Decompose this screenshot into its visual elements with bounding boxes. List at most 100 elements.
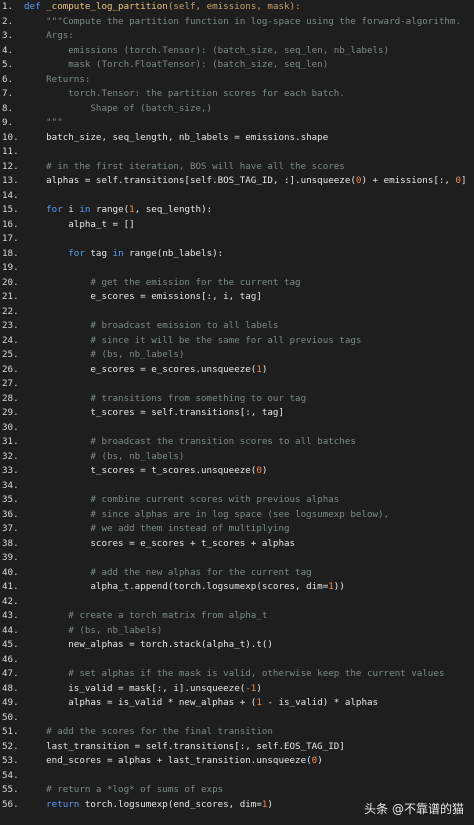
code-token: (self, emissions, mask): (167, 1, 301, 12)
line-number: 5. (2, 59, 14, 70)
code-text: # return a *log* of sums of exps (24, 783, 474, 798)
code-token: in (112, 247, 130, 259)
code-lines: 1. def _compute_log_partition(self, emiss… (0, 0, 474, 812)
code-text: # add the new alphas for the current tag (24, 566, 474, 581)
line-number: 29. (2, 407, 19, 418)
line-number: 3. (2, 30, 14, 41)
line-number: 42. (2, 595, 19, 607)
code-line: 28. # transitions from something to our … (0, 392, 474, 407)
code-token: ) (261, 363, 268, 375)
code-text: alphas = is_valid * new_alphas + (1 - is… (24, 696, 474, 711)
code-token: # since it will be the same for all prev… (24, 334, 362, 346)
code-token: ) (256, 682, 262, 694)
code-line: 21. e_scores = emissions[:, i, tag] (0, 290, 474, 305)
code-line: 25. # (bs, nb_labels) (0, 348, 474, 363)
line-number: 19. (2, 262, 19, 273)
code-token: # create a torch matrix from alpha_t (24, 610, 268, 621)
code-token: # (bs, nb_labels) (24, 349, 185, 360)
code-token: range(nb_labels): (129, 247, 224, 259)
code-text: # create a torch matrix from alpha_t (24, 609, 474, 624)
line-number: 15. (2, 204, 19, 215)
code-token: is_valid = mask[:, i].unsqueeze( (24, 682, 246, 694)
code-text: new_alphas = torch.stack(alpha_t).t() (24, 638, 474, 653)
code-text: # combine current scores with previous a… (24, 493, 474, 508)
code-line: 53. end_scores = alphas + last_transitio… (0, 754, 474, 769)
code-line: 36. # since alphas are in log space (see… (0, 508, 474, 523)
code-line: 29. t_scores = self.transitions[:, tag] (0, 406, 474, 421)
code-text: alpha_t.append(torch.logsumexp(scores, d… (24, 580, 474, 595)
code-line: 47. # set alphas if the mask is valid, o… (0, 667, 474, 682)
code-token: # combine current scores with previous a… (24, 494, 340, 505)
code-token: end_scores = alphas + last_transition.un… (24, 755, 312, 766)
line-number: 17. (2, 233, 19, 244)
line-number: 10. (2, 131, 19, 143)
code-token: alpha_t.append(torch.logsumexp(scores, d… (24, 581, 329, 592)
code-line: 52. last_transition = self.transitions[:… (0, 740, 474, 755)
code-text: mask (Torch.FloatTensor): (batch_size, s… (24, 58, 474, 73)
line-number: 35. (2, 494, 19, 505)
line-number: 8. (2, 102, 14, 114)
line-number: 40. (2, 566, 19, 578)
line-number: 32. (2, 450, 19, 462)
line-number: 47. (2, 668, 19, 679)
code-line: 17. (0, 232, 474, 247)
code-line: 18. for tag in range(nb_labels): (0, 247, 474, 262)
code-line: 43. # create a torch matrix from alpha_t (0, 609, 474, 624)
code-text: # get the emission for the current tag (24, 276, 474, 291)
code-line: 20. # get the emission for the current t… (0, 276, 474, 291)
line-number: 39. (2, 552, 19, 563)
code-line: 22. (0, 305, 474, 320)
line-number: 12. (2, 160, 19, 172)
code-token: scores = e_scores + t_scores + alphas (24, 537, 296, 549)
code-line: 32. # (bs, nb_labels) (0, 450, 474, 465)
code-token: alpha_t = [] (24, 218, 135, 230)
line-number: 20. (2, 276, 19, 288)
code-token: Returns: (24, 73, 91, 85)
code-token: last_transition = self.transitions[:, se… (24, 740, 345, 752)
code-token: ) + emissions[:, (361, 175, 456, 186)
code-token: # since alphas are in log space (see log… (24, 508, 390, 520)
code-line: 51. # add the scores for the final trans… (0, 725, 474, 740)
code-token: ) (261, 465, 268, 476)
code-token: emissions (torch.Tensor): (batch_size, s… (24, 44, 390, 56)
code-text: # we add them instead of multiplying (24, 522, 474, 537)
line-number: 49. (2, 697, 19, 708)
line-number: 13. (2, 175, 19, 186)
code-text: # broadcast the transition scores to all… (24, 435, 474, 450)
code-token: e_scores = e_scores.unsqueeze( (24, 363, 257, 375)
code-line: 45. new_alphas = torch.stack(alpha_t).t(… (0, 638, 474, 653)
line-number: 37. (2, 523, 19, 534)
code-token: alphas = self.transitions[self.BOS_TAG_I… (24, 175, 356, 186)
code-text: # since it will be the same for all prev… (24, 334, 474, 349)
line-number: 52. (2, 740, 19, 752)
code-text: # add the scores for the final transitio… (24, 725, 474, 740)
code-text: Returns: (24, 73, 474, 88)
code-text: # (bs, nb_labels) (24, 624, 474, 639)
code-text: torch.Tensor: the partition scores for e… (24, 87, 474, 102)
code-token: -1 (245, 682, 257, 694)
line-number: 44. (2, 624, 19, 636)
line-number: 50. (2, 711, 19, 723)
code-token: # (bs, nb_labels) (24, 450, 185, 462)
code-text: # set alphas if the mask is valid, other… (24, 667, 474, 682)
code-line: 12. # in the first iteration, BOS will h… (0, 160, 474, 175)
code-text: # (bs, nb_labels) (24, 450, 474, 465)
code-token: # transitions from something to our tag (24, 392, 307, 404)
line-number: 41. (2, 581, 19, 592)
code-token: ) (267, 798, 273, 810)
code-token: t_scores = self.transitions[:, tag] (24, 407, 284, 418)
code-text: """Compute the partition function in log… (24, 15, 474, 30)
code-text: # since alphas are in log space (see log… (24, 508, 474, 523)
code-token: torch.logsumexp(end_scores, dim= (84, 798, 262, 810)
code-token: # get the emission for the current tag (24, 276, 301, 288)
code-text: t_scores = self.transitions[:, tag] (24, 406, 474, 421)
line-number: 7. (2, 88, 14, 99)
code-token: tag (90, 247, 113, 259)
